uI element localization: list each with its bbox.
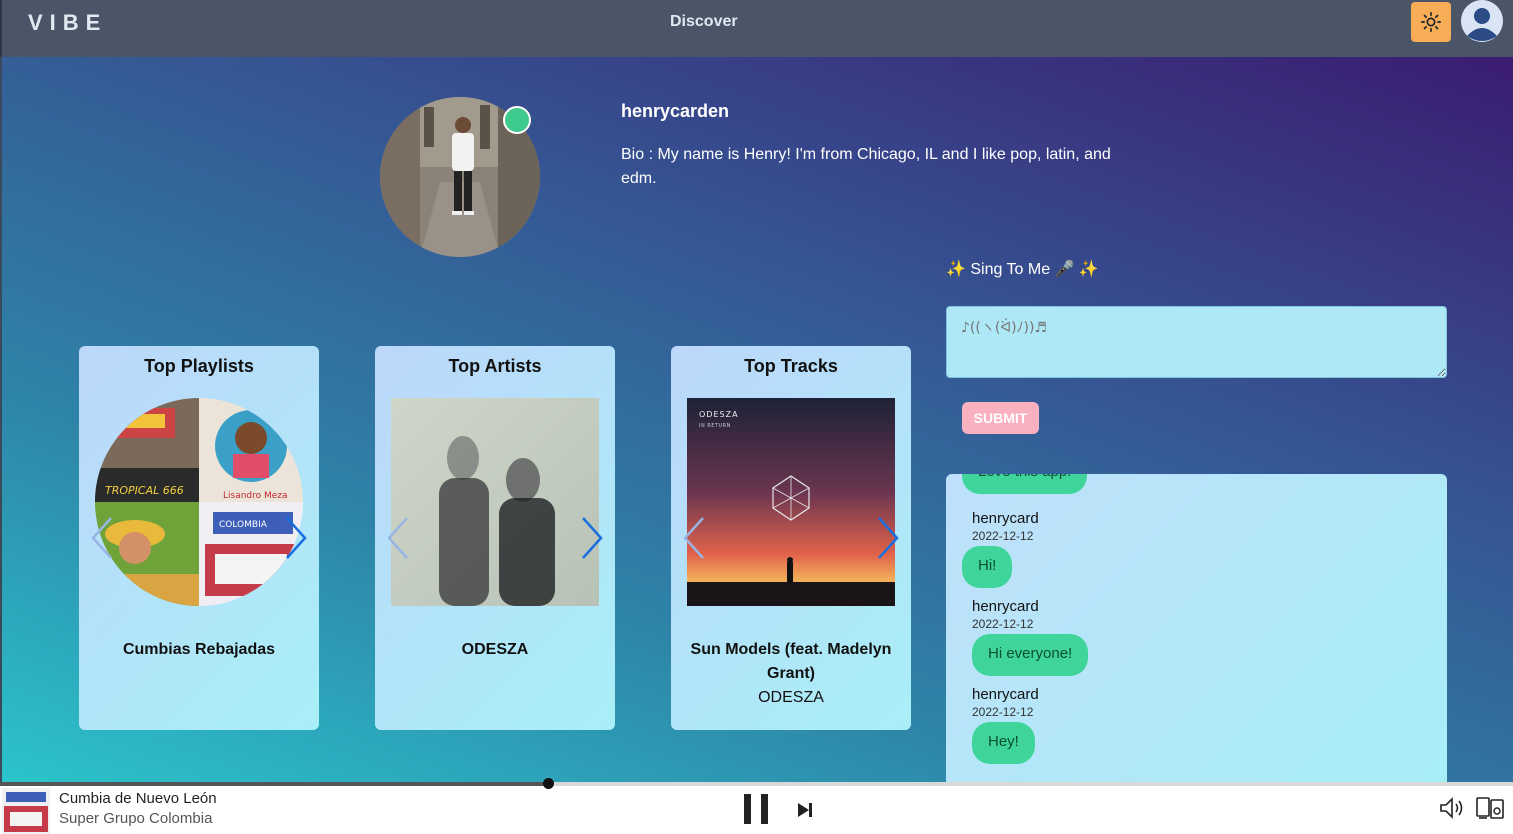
chat-username: henrycard: [972, 598, 1039, 615]
chat-username: henrycard: [972, 510, 1039, 527]
track-title: Sun Models (feat. Madelyn Grant): [690, 641, 892, 682]
playlist-name[interactable]: Cumbias Rebajadas: [87, 638, 311, 662]
next-arrow-icon[interactable]: [577, 514, 607, 562]
previous-arrow-icon[interactable]: [679, 514, 709, 562]
cover-album-text: IN RETURN: [699, 423, 731, 429]
svg-text:TROPICAL 666: TROPICAL 666: [105, 484, 184, 497]
track-name[interactable]: Sun Models (feat. Madelyn Grant) ODESZA: [679, 638, 903, 710]
now-playing-title: Cumbia de Nuevo León: [59, 790, 217, 807]
chat-bubble: Hi!: [962, 546, 1013, 588]
submit-button[interactable]: SUBMIT: [962, 402, 1039, 434]
top-artists-card: Top Artists ODESZA: [375, 346, 615, 730]
chat-username: henrycard: [972, 686, 1039, 703]
now-playing-album-art: [2, 788, 50, 834]
user-avatar-button[interactable]: [1461, 0, 1503, 42]
app-logo[interactable]: VIBE: [28, 10, 107, 36]
next-arrow-icon[interactable]: [281, 514, 311, 562]
chat-feed[interactable]: Love this app! henrycard 2022-12-12 Hi! …: [946, 474, 1447, 782]
chat-message: henrycard 2022-12-12: [972, 686, 1039, 719]
top-playlists-card: Top Playlists TROPICAL 666 Lisandro Meza: [79, 346, 319, 730]
top-tracks-card: Top Tracks ODESZA IN RETURN Sun Models (…: [671, 346, 911, 730]
now-playing-artist: Super Grupo Colombia: [59, 810, 213, 827]
track-cover[interactable]: ODESZA IN RETURN: [687, 398, 895, 606]
connect-device-icon[interactable]: [1475, 796, 1505, 820]
cover-artist-text: ODESZA: [699, 410, 739, 419]
previous-arrow-icon[interactable]: [87, 514, 117, 562]
volume-icon[interactable]: [1438, 796, 1466, 820]
theme-toggle-button[interactable]: [1411, 2, 1451, 42]
chat-date: 2022-12-12: [972, 617, 1034, 631]
previous-arrow-icon[interactable]: [383, 514, 413, 562]
sun-icon: [1421, 12, 1441, 32]
card-title: Top Playlists: [144, 356, 254, 376]
skip-next-icon[interactable]: [795, 800, 815, 820]
top-nav-bar: VIBE Discover: [0, 0, 1513, 57]
chat-bubble: Hey!: [972, 722, 1035, 764]
chat-date: 2022-12-12: [972, 705, 1034, 719]
card-title: Top Artists: [448, 356, 542, 376]
svg-text:COLOMBIA: COLOMBIA: [219, 520, 268, 530]
chat-message: henrycard 2022-12-12: [972, 510, 1039, 543]
user-avatar-icon: [1461, 0, 1503, 42]
card-title: Top Tracks: [744, 356, 838, 376]
svg-text:Lisandro Meza: Lisandro Meza: [223, 491, 288, 501]
chat-bubble: Hi everyone!: [972, 634, 1089, 676]
nav-discover-link[interactable]: Discover: [670, 13, 738, 31]
chat-message: henrycard 2022-12-12: [972, 598, 1039, 631]
artist-name[interactable]: ODESZA: [383, 638, 607, 662]
chat-bubble: Love this app!: [962, 474, 1088, 494]
profile-username: henrycarden: [621, 101, 730, 121]
progress-knob[interactable]: [543, 778, 554, 789]
progress-fill: [0, 782, 545, 786]
playlist-cover[interactable]: TROPICAL 666 Lisandro Meza COLOMBIA: [95, 398, 303, 606]
chat-date: 2022-12-12: [972, 529, 1034, 543]
track-artist: ODESZA: [758, 689, 824, 706]
sing-message-input[interactable]: [946, 306, 1447, 378]
online-status-indicator: [503, 106, 531, 134]
pause-icon[interactable]: [742, 794, 770, 824]
progress-bar[interactable]: [0, 782, 1513, 786]
profile-page: henrycarden Bio : My name is Henry! I'm …: [0, 57, 1513, 782]
sing-to-me-label: ✨ Sing To Me 🎤 ✨: [946, 261, 1099, 278]
profile-bio: Bio : My name is Henry! I'm from Chicago…: [621, 146, 1111, 187]
artist-photo[interactable]: [391, 398, 599, 606]
music-player: Cumbia de Nuevo León Super Grupo Colombi…: [0, 778, 1513, 834]
next-arrow-icon[interactable]: [873, 514, 903, 562]
